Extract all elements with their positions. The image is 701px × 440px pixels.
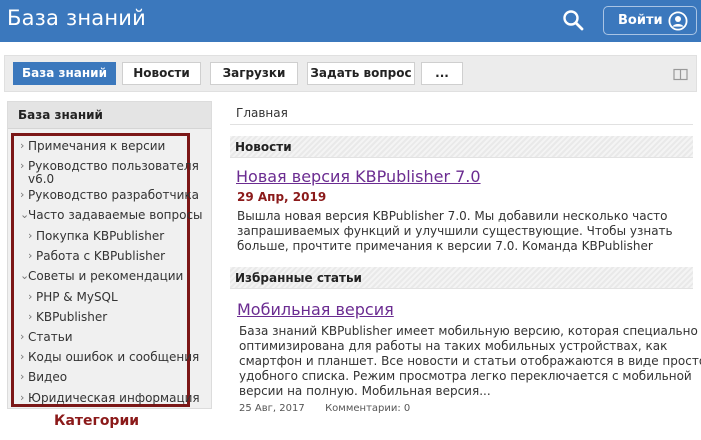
navigation-tabs: База знаний Новости Загрузки Задать вопр… xyxy=(4,55,697,92)
news-section-header: Новости xyxy=(230,136,693,158)
chevron-right-icon: › xyxy=(28,249,33,262)
tab-downloads[interactable]: Загрузки xyxy=(210,62,298,85)
chevron-right-icon: › xyxy=(28,229,33,242)
tab-ask-question[interactable]: Задать вопрос xyxy=(307,62,415,85)
article-meta: 25 Авг, 2017 Комментарии: 0 xyxy=(239,403,410,414)
chevron-right-icon: › xyxy=(20,159,25,172)
article-text-line: оптимизирована для работы на таких мобил… xyxy=(239,339,668,353)
news-title-link[interactable]: Новая версия KBPublisher 7.0 xyxy=(236,167,481,186)
article-title-link[interactable]: Мобильная версия xyxy=(237,300,394,319)
news-text-line: запрашиваемых функций и улучшили существ… xyxy=(237,224,673,238)
article-text-line: смартфон и планшет. Все новости и статьи… xyxy=(239,354,701,368)
tab-knowledge-base[interactable]: База знаний xyxy=(13,62,116,85)
chevron-right-icon: › xyxy=(28,310,33,323)
news-date: 29 Апр, 2019 xyxy=(237,190,327,204)
featured-section-header: Избранные статьи xyxy=(230,267,693,289)
article-text-line: версии на полную. Мобильная версия... xyxy=(239,384,491,398)
article-comments[interactable]: Комментарии: 0 xyxy=(325,403,410,414)
tab-news[interactable]: Новости xyxy=(122,62,201,85)
tab-more[interactable]: ... xyxy=(421,62,463,85)
top-header: База знаний Войти xyxy=(0,0,701,42)
user-icon xyxy=(668,11,688,31)
news-text-line: больше, прочтите примечания к версии 7.0… xyxy=(237,239,653,253)
article-date: 25 Авг, 2017 xyxy=(239,403,305,414)
site-title[interactable]: База знаний xyxy=(7,6,146,30)
sidebar-title: База знаний xyxy=(8,102,211,129)
article-text-line: База знаний KBPublisher имеет мобильную … xyxy=(239,324,698,338)
article-text-line: удобного списка. Режим просмотра легко п… xyxy=(239,369,692,383)
categories-caption: Категории xyxy=(54,413,140,429)
login-label: Войти xyxy=(618,13,663,28)
chevron-right-icon: › xyxy=(28,290,33,303)
category-sidebar: База знаний › Примечания к версии › Руко… xyxy=(7,101,212,409)
chevron-right-icon: › xyxy=(20,370,25,383)
sidebar-toggle-icon[interactable] xyxy=(673,67,689,81)
chevron-right-icon: › xyxy=(20,188,25,201)
chevron-right-icon: › xyxy=(20,139,25,152)
chevron-right-icon: › xyxy=(20,330,25,343)
chevron-right-icon: › xyxy=(20,350,25,363)
login-button[interactable]: Войти xyxy=(603,6,697,35)
search-icon[interactable] xyxy=(562,9,584,31)
news-text-line: Вышла новая версия KBPublisher 7.0. Мы д… xyxy=(237,209,668,223)
chevron-right-icon: › xyxy=(20,391,25,404)
breadcrumb[interactable]: Главная xyxy=(230,101,693,125)
